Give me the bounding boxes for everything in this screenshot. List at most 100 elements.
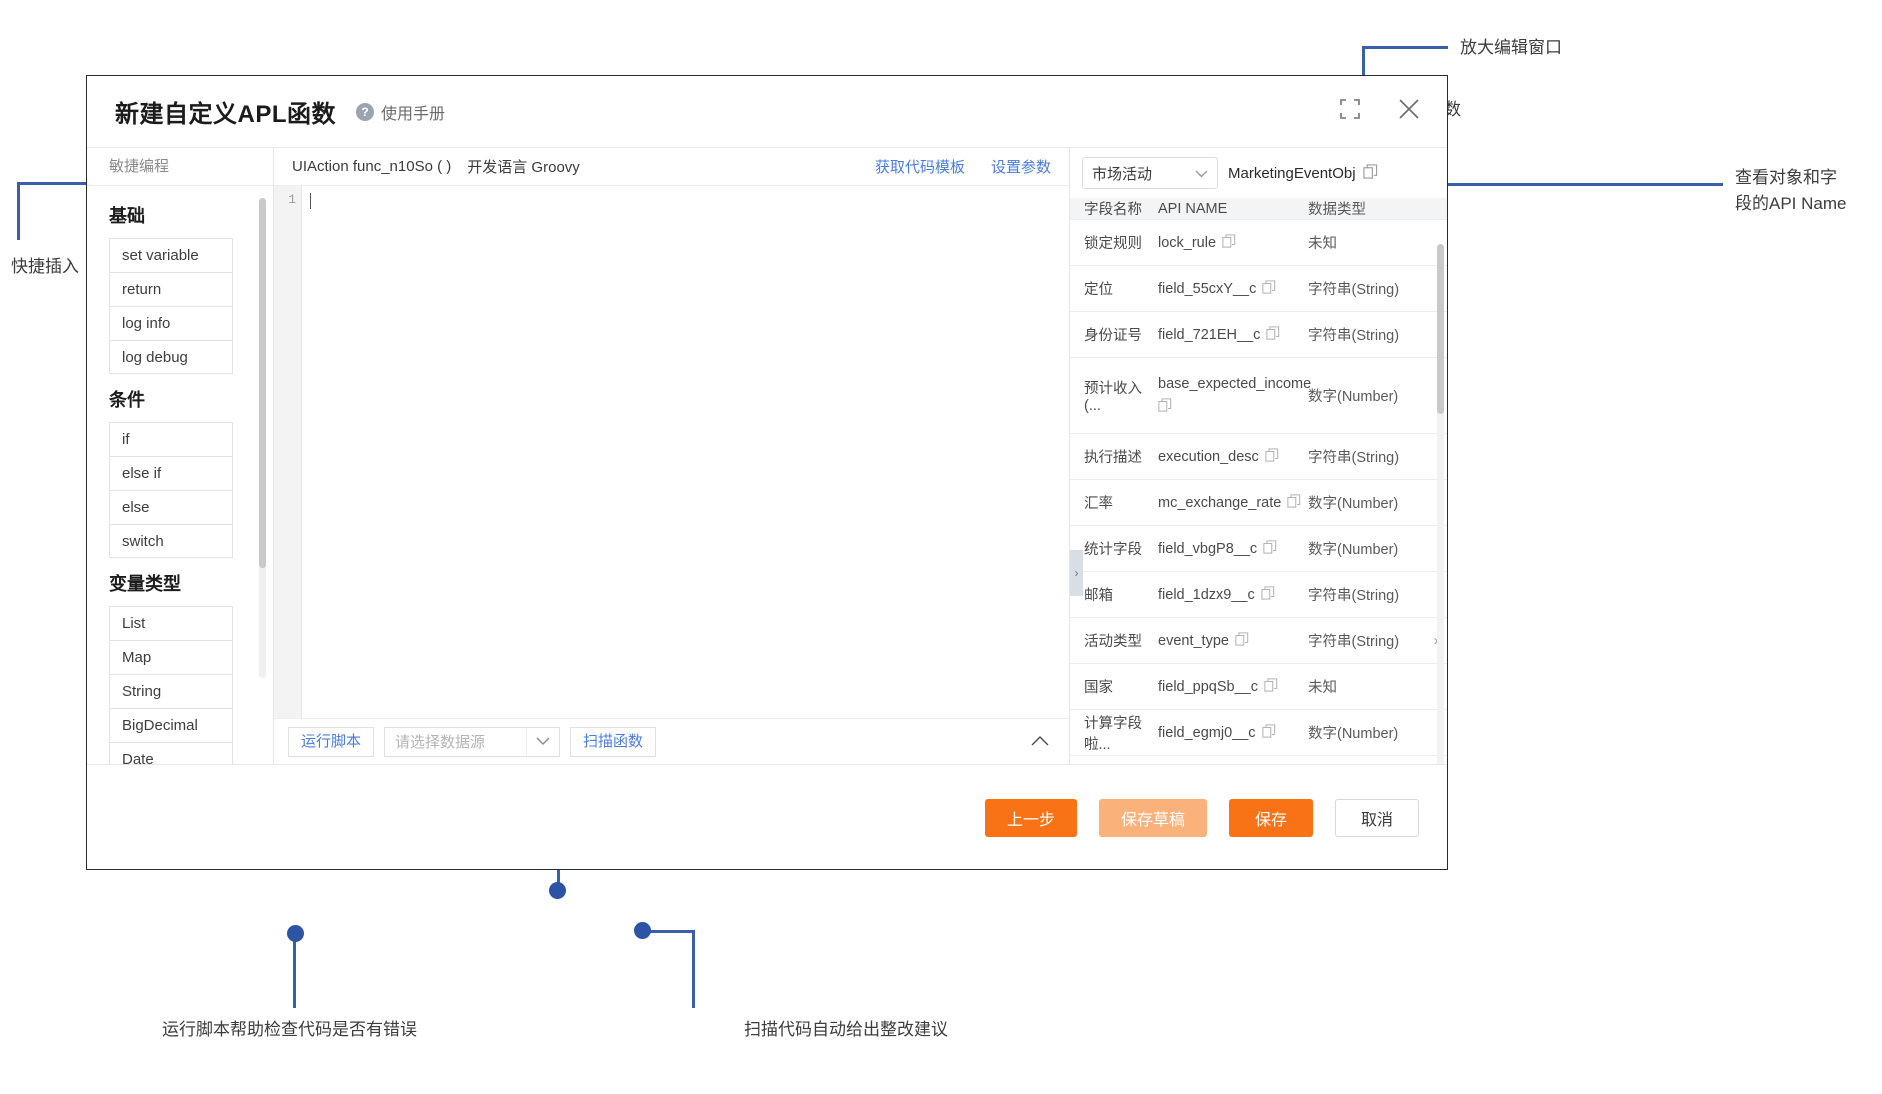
set-params-link[interactable]: 设置参数 xyxy=(991,156,1051,177)
snippet-sidebar-header: 敏捷编程 xyxy=(87,148,273,186)
new-apl-function-dialog: 新建自定义APL函数 ? 使用手册 敏捷编程 基础 set variable r… xyxy=(86,75,1448,870)
snippet-switch[interactable]: switch xyxy=(109,524,233,558)
annotation-leader-scan-h xyxy=(645,930,695,933)
editor-language-label: 开发语言 Groovy xyxy=(467,159,580,176)
snippet-scrollbar-thumb[interactable] xyxy=(259,198,266,568)
datasource-select[interactable]: 请选择数据源 xyxy=(384,726,561,757)
field-api-cell: lock_rule xyxy=(1158,233,1308,252)
field-type-cell: 未知 xyxy=(1308,236,1337,252)
field-api-text: mc_exchange_rate xyxy=(1158,494,1282,511)
snippet-else-if[interactable]: else if xyxy=(109,456,233,490)
previous-step-button[interactable]: 上一步 xyxy=(984,799,1077,837)
snippet-list[interactable]: 基础 set variable return log info log debu… xyxy=(87,186,273,764)
table-row[interactable]: 预计收入(... base_expected_income 数字(Number) xyxy=(1070,358,1447,434)
annotation-quick-insert: 快捷插入 xyxy=(11,257,79,276)
copy-icon[interactable] xyxy=(1261,585,1275,604)
chevron-down-icon xyxy=(1195,165,1208,182)
snippet-string[interactable]: String xyxy=(109,674,233,708)
save-draft-button[interactable]: 保存草稿 xyxy=(1098,799,1207,837)
copy-icon[interactable] xyxy=(1158,397,1172,416)
table-row[interactable]: 计算字段啦... field_egmj0__c 数字(Number) xyxy=(1070,710,1447,756)
field-api-text: event_type xyxy=(1158,632,1229,649)
annotation-dot-runscript xyxy=(287,925,304,942)
field-api-cell: mc_exchange_rate xyxy=(1158,493,1308,512)
run-script-button[interactable]: 运行脚本 xyxy=(288,726,375,757)
fields-table-body: 锁定规则 lock_rule 未知 定位 field_55cxY__c 字符串(Strin… xyxy=(1070,220,1447,764)
chevron-up-icon[interactable] xyxy=(1031,733,1053,751)
panel-collapse-handle[interactable]: › xyxy=(1070,550,1083,596)
table-row[interactable]: 邮箱 field_1dzx9__c 字符串(String) xyxy=(1070,572,1447,618)
field-name-cell: 预计收入(... xyxy=(1084,381,1142,414)
help-manual-link[interactable]: ? 使用手册 xyxy=(356,100,445,124)
copy-icon[interactable] xyxy=(1264,677,1278,696)
snippet-set-variable[interactable]: set variable xyxy=(109,238,233,272)
object-select[interactable]: 市场活动 xyxy=(1082,157,1218,189)
field-api-text: field_egmj0__c xyxy=(1158,724,1256,741)
table-row[interactable]: 状态biz_status字符串(String)› xyxy=(1070,756,1447,764)
column-header-field-name: 字段名称 xyxy=(1084,202,1142,218)
snippet-map[interactable]: Map xyxy=(109,640,233,674)
get-code-template-link[interactable]: 获取代码模板 xyxy=(875,156,965,177)
table-row[interactable]: 定位 field_55cxY__c 字符串(String) xyxy=(1070,266,1447,312)
field-api-text: execution_desc xyxy=(1158,448,1259,465)
chevron-down-icon xyxy=(526,727,559,756)
code-editor[interactable]: 1 xyxy=(274,186,1069,718)
copy-icon[interactable] xyxy=(1235,631,1249,650)
copy-icon[interactable] xyxy=(1265,447,1279,466)
copy-icon[interactable] xyxy=(1287,493,1301,512)
copy-icon[interactable] xyxy=(1263,539,1277,558)
expand-icon[interactable] xyxy=(1339,98,1361,125)
annotation-dot-scan xyxy=(634,922,651,939)
editor-toolbar: UIAction func_n10So ( ) 开发语言 Groovy 获取代码… xyxy=(274,148,1069,186)
screenshot-root: 放大编辑窗口 查看函数模板库，通过案例快速创建代码 设置调用方传递的参数 查看对… xyxy=(0,0,1882,1094)
copy-icon[interactable] xyxy=(1262,279,1276,298)
annotation-run-script: 运行脚本帮助检查代码是否有错误 xyxy=(162,1020,417,1039)
object-api-name-text: MarketingEventObj xyxy=(1228,164,1356,182)
field-api-cell: field_vbgP8__c xyxy=(1158,539,1308,558)
snippet-bigdecimal[interactable]: BigDecimal xyxy=(109,708,233,742)
annotation-leader-expand-h xyxy=(1364,46,1448,49)
snippet-else[interactable]: else xyxy=(109,490,233,524)
save-button[interactable]: 保存 xyxy=(1229,799,1313,837)
field-api-cell: field_55cxY__c xyxy=(1158,279,1308,298)
table-row[interactable]: 身份证号 field_721EH__c 字符串(String) xyxy=(1070,312,1447,358)
table-row[interactable]: 活动类型 event_type 字符串(String) › xyxy=(1070,618,1447,664)
field-api-text: field_1dzx9__c xyxy=(1158,586,1255,603)
fields-scrollbar-thumb[interactable] xyxy=(1437,244,1444,414)
field-name-cell: 计算字段啦... xyxy=(1084,715,1142,753)
copy-icon[interactable] xyxy=(1362,163,1378,183)
snippet-sidebar: 敏捷编程 基础 set variable return log info log… xyxy=(87,148,274,764)
object-selector-bar: 市场活动 MarketingEventObj xyxy=(1070,148,1447,198)
scan-function-button[interactable]: 扫描函数 xyxy=(570,726,657,757)
snippet-return[interactable]: return xyxy=(109,272,233,306)
snippet-date[interactable]: Date xyxy=(109,742,233,764)
copy-icon[interactable] xyxy=(1222,233,1236,252)
field-api-cell: event_type xyxy=(1158,631,1308,650)
field-api-text: field_ppqSb__c xyxy=(1158,678,1258,695)
field-type-cell: 数字(Number) xyxy=(1308,496,1399,512)
table-row[interactable]: 锁定规则 lock_rule 未知 xyxy=(1070,220,1447,266)
table-row[interactable]: 汇率 mc_exchange_rate 数字(Number) xyxy=(1070,480,1447,526)
code-text-area[interactable] xyxy=(302,186,1069,718)
table-row[interactable]: 国家 field_ppqSb__c 未知 xyxy=(1070,664,1447,710)
dialog-body: 敏捷编程 基础 set variable return log info log… xyxy=(87,148,1447,764)
field-name-cell: 统计字段 xyxy=(1084,542,1142,558)
field-name-cell: 身份证号 xyxy=(1084,328,1142,344)
fields-table: › 字段名称 API NAME 数据类型 锁定规则 lock_rule 未知 定位 fi… xyxy=(1070,198,1447,764)
snippet-log-debug[interactable]: log debug xyxy=(109,340,233,374)
copy-icon[interactable] xyxy=(1266,325,1280,344)
cancel-button[interactable]: 取消 xyxy=(1335,799,1419,837)
copy-icon[interactable] xyxy=(1261,723,1276,742)
dialog-header: 新建自定义APL函数 ? 使用手册 xyxy=(87,76,1447,148)
close-icon[interactable] xyxy=(1397,97,1421,126)
snippet-list[interactable]: List xyxy=(109,606,233,640)
text-caret xyxy=(310,192,311,209)
table-row[interactable]: 统计字段 field_vbgP8__c 数字(Number) xyxy=(1070,526,1447,572)
table-row[interactable]: 执行描述 execution_desc 字符串(String) xyxy=(1070,434,1447,480)
snippet-log-info[interactable]: log info xyxy=(109,306,233,340)
dialog-header-actions xyxy=(1339,97,1421,126)
datasource-select-value: 请选择数据源 xyxy=(395,734,486,751)
object-select-value: 市场活动 xyxy=(1092,165,1153,183)
editor-footer-bar: 运行脚本 请选择数据源 扫描函数 xyxy=(274,718,1069,764)
snippet-if[interactable]: if xyxy=(109,422,233,456)
